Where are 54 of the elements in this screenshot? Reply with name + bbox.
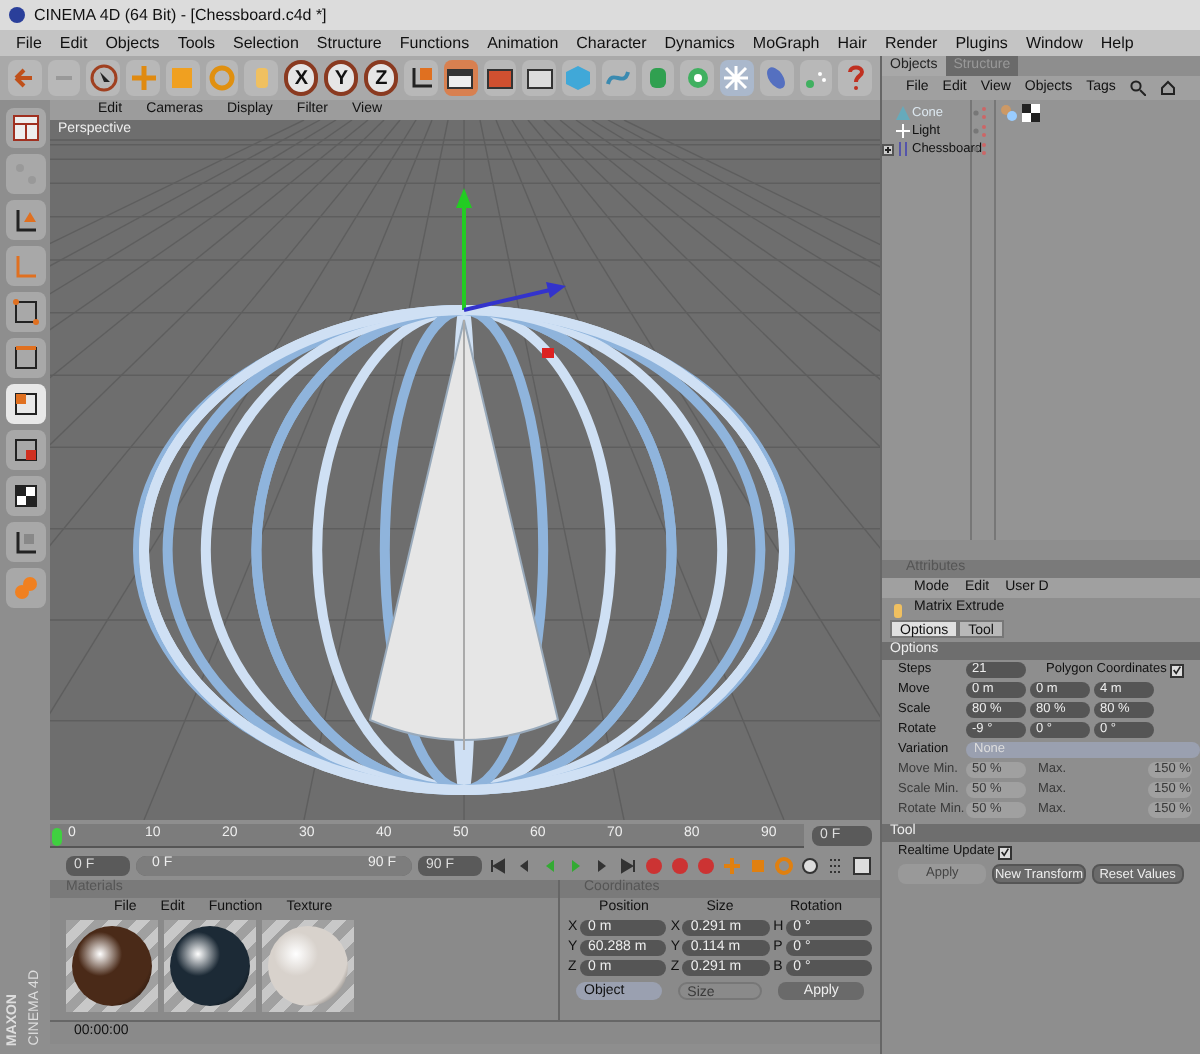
point-mode-icon[interactable]: [5, 292, 45, 332]
spline-icon[interactable]: [601, 60, 636, 96]
workplane-icon[interactable]: [5, 522, 45, 562]
window-title: CINEMA 4D (64 Bit) - [Chessboard.c4d *]: [34, 3, 327, 27]
axis-lock-button[interactable]: Z: [364, 60, 399, 96]
layout-icon[interactable]: [5, 108, 45, 148]
coordinate-system-icon[interactable]: [404, 60, 438, 96]
parameter-key-icon[interactable]: [800, 855, 820, 875]
axis-lock-button[interactable]: X: [284, 60, 319, 96]
menu-item[interactable]: Window: [1025, 31, 1083, 55]
menu-item[interactable]: Help: [1100, 31, 1134, 55]
help-icon[interactable]: [838, 60, 872, 96]
menu-item[interactable]: Selection: [233, 31, 299, 55]
menu-item[interactable]: Animation: [487, 31, 559, 55]
undo-icon[interactable]: [8, 60, 42, 96]
cursor-icon[interactable]: [86, 60, 121, 96]
menu-item[interactable]: Plugins: [955, 31, 1008, 55]
app-icon: [8, 6, 26, 24]
home-icon[interactable]: [1159, 80, 1176, 96]
null-object-icon: [896, 142, 910, 156]
render-picture-icon[interactable]: [483, 60, 517, 96]
menu-item[interactable]: Dynamics: [664, 31, 735, 55]
first-frame-icon[interactable]: [488, 855, 508, 875]
menu-item[interactable]: File: [16, 31, 42, 55]
cone-icon: [896, 106, 910, 120]
last-frame-icon[interactable]: [618, 855, 638, 875]
checkbox[interactable]: [998, 845, 1013, 859]
object-axis-icon[interactable]: [5, 200, 45, 240]
texture-icon[interactable]: [5, 476, 45, 516]
menu-item[interactable]: Objects: [105, 31, 160, 55]
keyframe-help-icon[interactable]: [696, 855, 716, 875]
autokey-icon[interactable]: [670, 855, 690, 875]
menu-item[interactable]: Edit: [59, 31, 88, 55]
axis-lock-button[interactable]: Y: [324, 60, 359, 96]
uv-mode-icon[interactable]: [5, 430, 45, 470]
light-icon: [896, 124, 910, 138]
menu-item[interactable]: Functions: [399, 31, 470, 55]
menu-item[interactable]: MoGraph: [752, 31, 820, 55]
search-icon[interactable]: [1129, 80, 1146, 96]
menu-item[interactable]: Hair: [837, 31, 867, 55]
edge-mode-icon[interactable]: [5, 338, 45, 378]
timeline-settings-icon[interactable]: [852, 855, 872, 875]
expand-icon[interactable]: [882, 143, 894, 155]
playhead[interactable]: [52, 827, 62, 845]
points-key-icon[interactable]: [826, 855, 846, 875]
menu-item[interactable]: Tools: [177, 31, 215, 55]
menu-item[interactable]: Render: [884, 31, 938, 55]
texture-tag-icon[interactable]: [1022, 104, 1040, 122]
menu-item[interactable]: Character: [576, 31, 647, 55]
render-settings-icon[interactable]: [522, 60, 557, 96]
render-view-icon[interactable]: [443, 60, 478, 96]
polygon-mode-icon[interactable]: [5, 384, 45, 424]
menu-item[interactable]: Structure: [316, 31, 382, 55]
checkbox[interactable]: [1170, 663, 1185, 677]
